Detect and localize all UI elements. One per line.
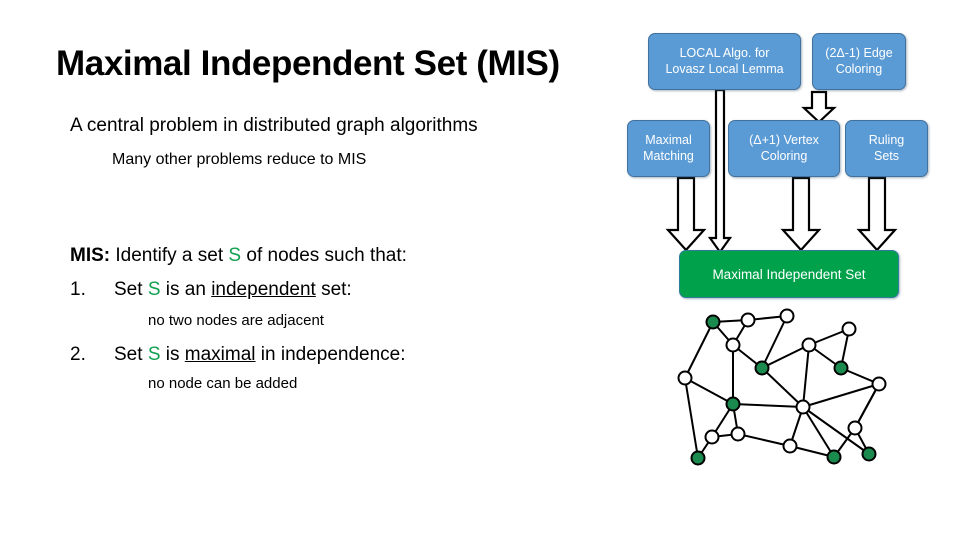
list-item-number: 2. (70, 344, 86, 365)
list-item-detail: no two nodes are adjacent (148, 312, 324, 329)
mis-definition-label: MIS: (70, 245, 111, 266)
arrow-local-to-mis (707, 88, 733, 254)
graph-node-in-set (826, 449, 842, 465)
list-item-mid: is an (160, 279, 212, 300)
graph-node (740, 312, 756, 328)
graph-node (795, 399, 811, 415)
page-title: Maximal Independent Set (MIS) (56, 44, 560, 83)
mis-definition: MIS: Identify a set S of nodes such that… (70, 245, 407, 268)
graph-edge (761, 315, 788, 369)
diagram-box-maximal-matching[interactable]: Maximal Matching (627, 120, 710, 177)
list-item-underlined: maximal (184, 344, 256, 365)
list-item-set-symbol: S (147, 279, 161, 300)
diagram-box-line1: (2Δ-1) Edge (825, 45, 893, 60)
diagram-box-ruling-sets[interactable]: Ruling Sets (845, 120, 928, 177)
diagram-box-line2: Matching (643, 148, 694, 163)
mis-definition-rest-a: Identify a set (110, 245, 229, 266)
diagram-box-line1: Maximal (645, 132, 692, 147)
graph-node (782, 438, 798, 454)
graph-node-in-set (705, 314, 721, 330)
sub-statement: Many other problems reduce to MIS (112, 151, 367, 168)
graph-node (725, 337, 741, 353)
mis-definition-rest-b: of nodes such that: (241, 245, 407, 266)
graph-edge (684, 321, 714, 379)
diagram-box-line1: Ruling (868, 132, 905, 147)
list-item-number: 1. (70, 279, 86, 300)
list-item-pre: Set (114, 344, 148, 365)
diagram-box-maximal-independent-set[interactable]: Maximal Independent Set (679, 250, 899, 298)
diagram-box-line2: Lovasz Local Lemma (665, 61, 784, 76)
graph-node (704, 429, 720, 445)
list-item-post: set: (315, 279, 352, 300)
diagram-box-line1: LOCAL Algo. for (679, 45, 770, 60)
graph-edge (761, 344, 810, 369)
graph-node-in-set (861, 446, 877, 462)
graph-node (677, 370, 693, 386)
list-item-pre: Set (114, 279, 148, 300)
graph-edge (802, 344, 810, 408)
graph-node (801, 337, 817, 353)
graph-node (871, 376, 887, 392)
graph-node-in-set (690, 450, 706, 466)
diagram-box-local-algo[interactable]: LOCAL Algo. for Lovasz Local Lemma (648, 33, 801, 90)
graph-node (779, 308, 795, 324)
arrow-matching-to-mis (665, 176, 707, 252)
list-item-set-symbol: S (147, 344, 161, 365)
graph-edge (684, 377, 699, 459)
diagram-box-line1: (Δ+1) Vertex (749, 132, 819, 147)
diagram-box-vertex-coloring[interactable]: (Δ+1) Vertex Coloring (728, 120, 840, 177)
diagram-box-line2: Coloring (835, 61, 883, 76)
graph-edge (732, 403, 804, 408)
diagram-box-label: Maximal Independent Set (712, 266, 866, 282)
slide-root: Maximal Independent Set (MIS) A central … (0, 0, 960, 540)
list-item-post: in independence: (255, 344, 406, 365)
diagram-box-line2: Sets (873, 148, 899, 163)
diagram-box-edge-coloring[interactable]: (2Δ-1) Edge Coloring (812, 33, 906, 90)
graph-edge (737, 433, 791, 447)
graph-edge (684, 377, 734, 405)
diagram-box-line2: Coloring (760, 148, 808, 163)
mis-graph-illustration (677, 308, 887, 466)
graph-node-in-set (754, 360, 770, 376)
list-item-underlined: independent (211, 279, 316, 300)
list-item: 1. Set S is an independent set: (70, 279, 352, 302)
lead-statement: A central problem in distributed graph a… (70, 115, 478, 136)
list-item-mid: is (160, 344, 185, 365)
graph-node-in-set (833, 360, 849, 376)
list-item-detail: no node can be added (148, 375, 298, 392)
mis-definition-set-symbol: S (228, 245, 242, 266)
list-item: 2. Set S is maximal in independence: (70, 344, 406, 367)
graph-node (841, 321, 857, 337)
graph-edge (761, 367, 804, 408)
arrow-vertex-to-mis (780, 176, 822, 252)
arrow-edge-to-vertex (801, 90, 837, 124)
graph-node-in-set (725, 396, 741, 412)
arrow-ruling-to-mis (856, 176, 898, 252)
graph-node (847, 420, 863, 436)
graph-node (730, 426, 746, 442)
